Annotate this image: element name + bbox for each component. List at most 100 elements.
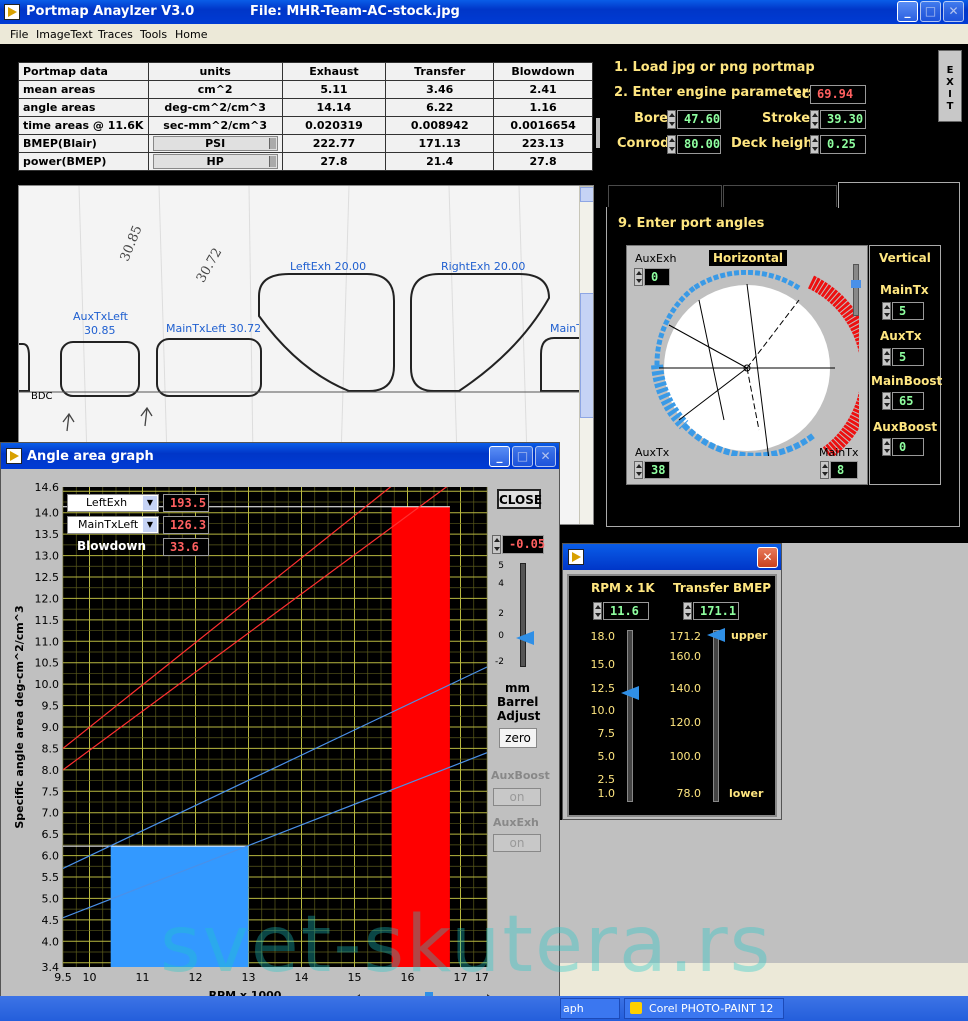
rpm-field[interactable]: 11.6: [603, 602, 649, 620]
v-mainboost-field[interactable]: 65: [892, 392, 924, 410]
taskbar-item-angle-graph[interactable]: aph: [560, 998, 620, 1019]
vertical-panel: Vertical MainTx 5 AuxTx 5 MainBoost 65 A…: [869, 245, 943, 485]
v-maintx-field[interactable]: 5: [892, 302, 924, 320]
menu-traces[interactable]: Traces: [98, 28, 133, 41]
tab-1[interactable]: [608, 185, 722, 207]
auxboost-toggle[interactable]: on: [493, 788, 541, 806]
bmep-slider-thumb[interactable]: [707, 628, 725, 642]
conrod-label: Conrod: [617, 136, 670, 151]
v-auxboost-spinner[interactable]: [882, 438, 891, 456]
maintx-field[interactable]: 8: [830, 461, 858, 479]
app-title: Portmap Anaylzer V3.0: [26, 4, 195, 19]
chevron-down-icon[interactable]: ▼: [143, 496, 157, 510]
y-tick-label: 8.5: [42, 742, 60, 755]
close-icon[interactable]: ✕: [757, 547, 778, 568]
chart-bar-1: [391, 506, 450, 967]
minimize-icon[interactable]: _: [489, 446, 510, 467]
maintxleft-label: MainTxLeft 30.72: [166, 322, 262, 335]
menu-imagetext[interactable]: ImageText: [36, 28, 93, 41]
rpm-slider-track[interactable]: [627, 630, 633, 802]
tab-2[interactable]: [723, 185, 837, 207]
barrel-value[interactable]: -0.05: [502, 535, 545, 554]
table-scrollbar[interactable]: [596, 118, 600, 148]
auxexh-label: AuxExh: [635, 252, 677, 265]
barrel-tick: 4: [498, 579, 504, 589]
step2-label: 2. Enter engine parameters: [614, 85, 816, 100]
menu-home[interactable]: Home: [175, 28, 207, 41]
stroke-field[interactable]: 39.30: [820, 110, 866, 129]
v-auxtx-field[interactable]: 5: [892, 348, 924, 366]
y-tick-label: 9.0: [42, 721, 60, 734]
barrel-label: Barrel: [497, 695, 539, 709]
maximize-icon[interactable]: □: [512, 446, 533, 467]
zero-button[interactable]: zero: [499, 728, 537, 748]
bmep-spinner[interactable]: [683, 602, 692, 620]
scroll-up-icon[interactable]: [580, 187, 593, 202]
barrel-slider-thumb[interactable]: [516, 631, 534, 645]
v-mainboost-label: MainBoost: [871, 374, 943, 388]
v-auxboost-field[interactable]: 0: [892, 438, 924, 456]
cc-field[interactable]: 69.94: [810, 85, 866, 104]
bore-field[interactable]: 47.60: [677, 110, 721, 129]
exit-button[interactable]: EXIT: [938, 50, 962, 122]
maximize-icon[interactable]: □: [920, 1, 941, 22]
deck-spinner[interactable]: [810, 135, 819, 154]
vertical-label: Vertical: [879, 251, 931, 265]
portmap-vscrollbar[interactable]: [579, 186, 593, 524]
conrod-field[interactable]: 80.00: [677, 135, 721, 154]
series-dropdown-1[interactable]: LeftExh ▼: [67, 494, 159, 512]
menu-file[interactable]: File: [10, 28, 28, 41]
labview-icon: [6, 448, 22, 464]
y-tick-label: 6.5: [42, 828, 60, 841]
y-tick-label: 5.0: [42, 892, 60, 905]
conrod-spinner[interactable]: [667, 135, 676, 154]
rpm-tick: 5.0: [597, 750, 616, 763]
cc-label: cc: [794, 87, 810, 102]
menu-tools[interactable]: Tools: [140, 28, 167, 41]
units-dropdown-psi[interactable]: PSI: [152, 136, 278, 151]
v-auxtx-spinner[interactable]: [882, 348, 891, 366]
watermark: svet-skutera.rs: [160, 900, 773, 990]
chevron-down-icon[interactable]: ▼: [143, 518, 157, 532]
rpm-title-bar: ✕: [563, 544, 781, 570]
close-icon[interactable]: ✕: [535, 446, 556, 467]
v-mainboost-spinner[interactable]: [882, 392, 891, 410]
series-dropdown-2[interactable]: MainTxLeft ▼: [67, 516, 159, 534]
maintx-spinner[interactable]: [820, 461, 829, 479]
barrel-slider-track[interactable]: [520, 563, 526, 667]
minimize-icon[interactable]: _: [897, 1, 918, 22]
angle-title-bar: Angle area graph _ □ ✕: [1, 443, 559, 469]
scroll-thumb[interactable]: [580, 293, 593, 418]
table-cell: sec-mm^2/cm^3: [147, 116, 283, 135]
tab-3-active[interactable]: [838, 182, 960, 208]
auxexh-toggle[interactable]: on: [493, 834, 541, 852]
barrel-tick: 2: [498, 609, 504, 619]
vertical-slider[interactable]: [853, 264, 859, 316]
y-tick-label: 14.6: [35, 481, 60, 494]
auxtx-field[interactable]: 38: [644, 461, 670, 479]
deck-height-field[interactable]: 0.25: [820, 135, 866, 154]
barrel-slider[interactable]: 5 4 2 0 -2: [492, 561, 552, 671]
auxtx-spinner[interactable]: [634, 461, 643, 479]
auxexh-spinner[interactable]: [634, 268, 643, 286]
bmep-tick: 140.0: [669, 682, 702, 695]
vertical-slider-thumb[interactable]: [851, 280, 861, 288]
close-icon[interactable]: ✕: [943, 1, 964, 22]
bmep-slider-track[interactable]: [713, 630, 719, 802]
taskbar-item-corel[interactable]: Corel PHOTO-PAINT 12: [624, 998, 784, 1019]
y-tick-label: 13.0: [35, 550, 60, 563]
bmep-field[interactable]: 171.1: [693, 602, 739, 620]
barrel-spinner[interactable]: [492, 535, 501, 554]
close-button[interactable]: CLOSE: [497, 489, 542, 509]
rpm-slider-thumb[interactable]: [621, 686, 639, 700]
labview-icon: [568, 549, 584, 565]
y-tick-label: 4.5: [42, 914, 60, 927]
stroke-spinner[interactable]: [810, 110, 819, 129]
table-cell[interactable]: PSI: [147, 134, 283, 153]
v-maintx-spinner[interactable]: [882, 302, 891, 320]
bore-spinner[interactable]: [667, 110, 676, 129]
rpm-label: RPM x 1K: [591, 581, 655, 595]
table-cell[interactable]: HP: [147, 152, 283, 171]
rpm-spinner[interactable]: [593, 602, 602, 620]
units-dropdown-hp[interactable]: HP: [152, 154, 278, 169]
